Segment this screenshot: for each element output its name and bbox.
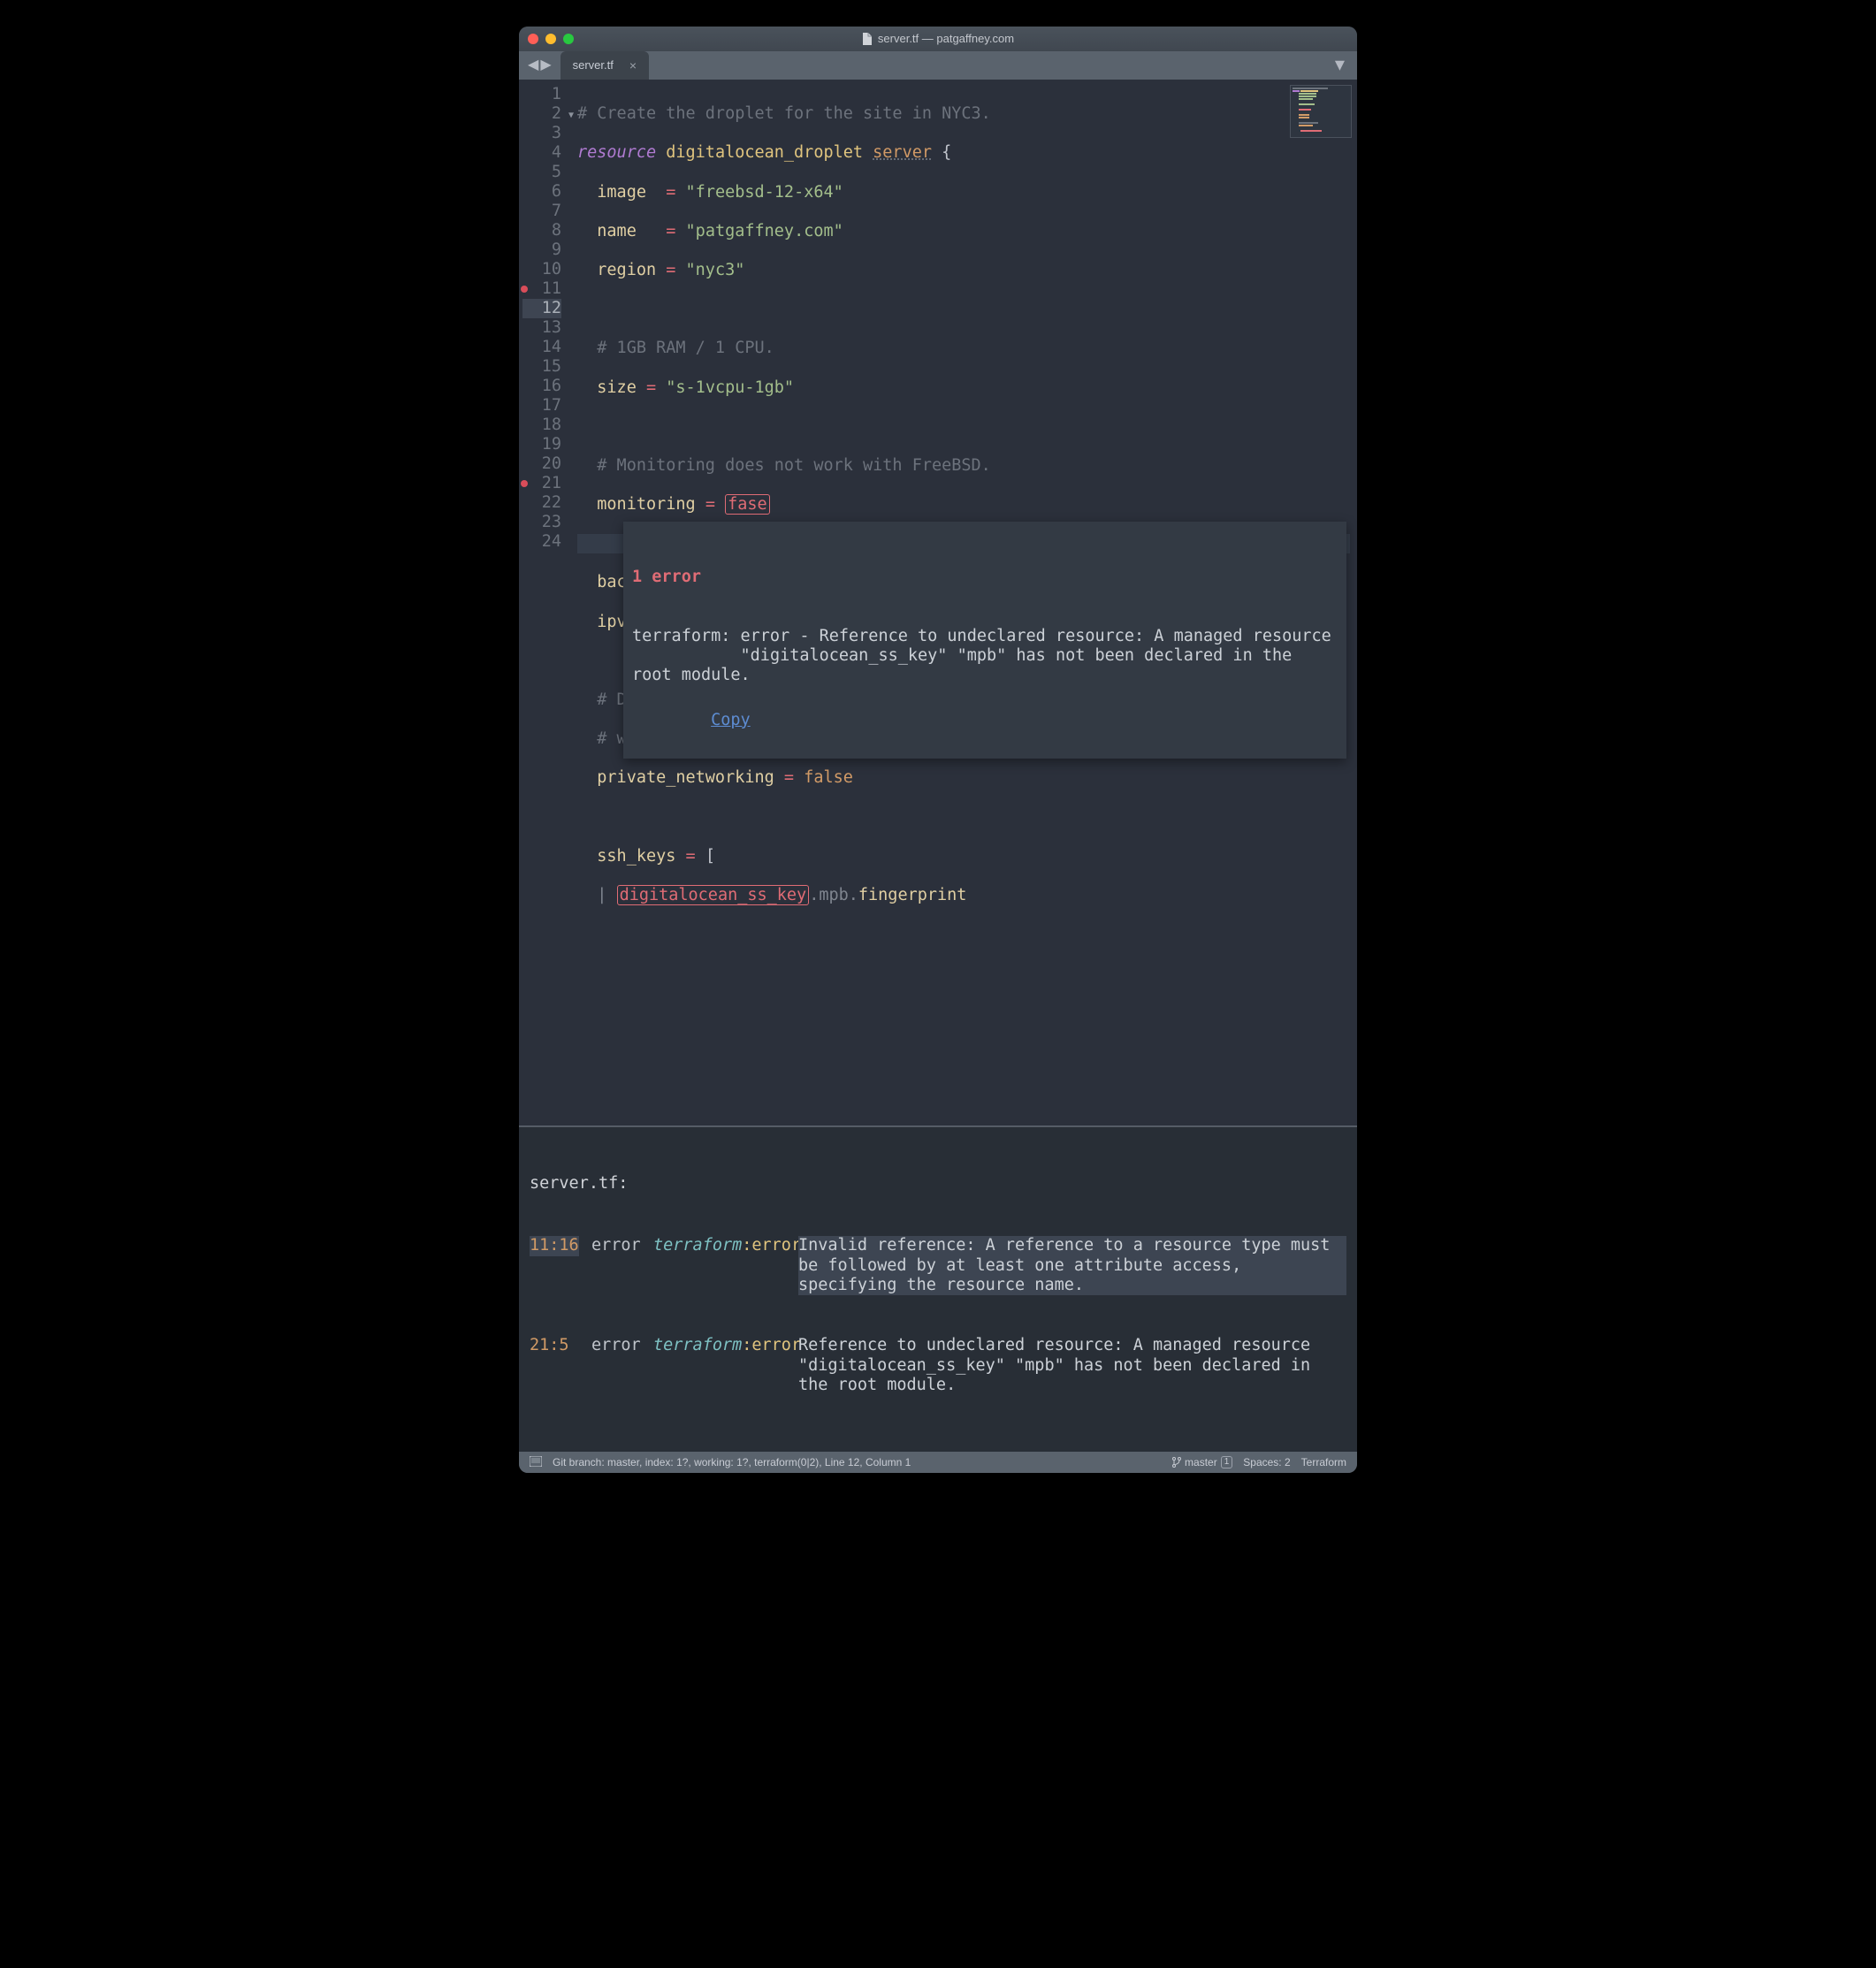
line-number: 20 <box>522 454 561 474</box>
diagnostic-message: terraform: error - Reference to undeclar… <box>632 627 1338 686</box>
code-token: = <box>646 378 656 397</box>
line-number: 13 <box>522 318 561 338</box>
editor-window: server.tf — patgaffney.com ◀ ▶ server.tf… <box>519 27 1357 1473</box>
tab-bar: ◀ ▶ server.tf × ▼ <box>519 51 1357 80</box>
syntax-chip[interactable]: Terraform <box>1301 1456 1346 1468</box>
code-token: resource <box>577 143 656 162</box>
code-token: private_networking <box>597 768 774 787</box>
line-number: 1 <box>522 85 561 104</box>
problem-source: terraform:error <box>653 1336 786 1355</box>
line-number: 9 <box>522 240 561 260</box>
problem-severity: error <box>591 1236 641 1255</box>
code-token: [ <box>705 847 715 866</box>
code-editor[interactable]: 1 2 3 4 5 6 7 8 9 10 11 12 13 14 15 16 1… <box>519 80 1357 1125</box>
diagnostic-popup: 1 error terraform: error - Reference to … <box>623 522 1346 759</box>
code-token: server <box>873 143 932 162</box>
line-number: 5 <box>522 163 561 182</box>
git-branch-icon <box>1172 1457 1181 1468</box>
tabs-overflow-menu[interactable]: ▼ <box>1323 51 1357 80</box>
problem-location: 11:16 <box>530 1236 579 1255</box>
line-number: 10 <box>522 260 561 279</box>
window-title: server.tf — patgaffney.com <box>519 32 1357 46</box>
code-token: name <box>597 222 637 240</box>
status-bar: Git branch: master, index: 1?, working: … <box>519 1452 1357 1473</box>
code-token: image <box>597 183 646 202</box>
problem-row[interactable]: 11:16 error terraform:error Invalid refe… <box>530 1236 1346 1295</box>
panel-file-label: server.tf: <box>530 1174 1346 1194</box>
code-token: "freebsd-12-x64" <box>686 183 843 202</box>
code-token: = <box>686 847 696 866</box>
line-number: 11 <box>522 279 561 299</box>
problems-panel[interactable]: server.tf: 11:16 error terraform:error I… <box>519 1125 1357 1452</box>
line-number: 3 <box>522 124 561 143</box>
code-token: # 1GB RAM / 1 CPU. <box>597 339 774 357</box>
line-number: 23 <box>522 513 561 532</box>
line-number: 4 <box>522 143 561 163</box>
code-token: = <box>666 222 675 240</box>
line-number: 15 <box>522 357 561 377</box>
line-number: 12 <box>522 299 561 318</box>
line-number: 2 <box>522 104 561 124</box>
line-number: 24 <box>522 532 561 552</box>
line-number: 19 <box>522 435 561 454</box>
code-token: = <box>666 183 675 202</box>
line-number: 21 <box>522 474 561 493</box>
code-token: false <box>804 768 853 787</box>
problem-message: Invalid reference: A reference to a reso… <box>798 1236 1346 1295</box>
line-number: 7 <box>522 202 561 221</box>
code-token: # Create the droplet for the site in NYC… <box>577 104 991 123</box>
problem-severity: error <box>591 1336 641 1355</box>
problem-location: 21:5 <box>530 1336 579 1355</box>
tab-label: server.tf <box>573 58 614 72</box>
problem-row[interactable]: 21:5 error terraform:error Reference to … <box>530 1336 1346 1395</box>
code-token: fingerprint <box>858 886 967 904</box>
code-token: ssh_keys <box>597 847 675 866</box>
line-number: 22 <box>522 493 561 513</box>
code-token: "nyc3" <box>686 261 745 279</box>
code-token: = <box>666 261 675 279</box>
nav-arrows[interactable]: ◀ ▶ <box>524 51 555 80</box>
line-number: 18 <box>522 416 561 435</box>
titlebar: server.tf — patgaffney.com <box>519 27 1357 51</box>
status-left: Git branch: master, index: 1?, working: … <box>553 1456 911 1468</box>
gutter: 1 2 3 4 5 6 7 8 9 10 11 12 13 14 15 16 1… <box>519 80 570 1125</box>
code-token: monitoring <box>597 495 695 514</box>
git-branch-chip[interactable]: master 1 <box>1172 1456 1232 1468</box>
line-number: 6 <box>522 182 561 202</box>
file-icon <box>862 33 873 45</box>
code-error-token: digitalocean_ss_key <box>617 885 810 905</box>
line-number: 14 <box>522 338 561 357</box>
indent-chip[interactable]: Spaces: 2 <box>1243 1456 1290 1468</box>
code-token: "patgaffney.com" <box>686 222 843 240</box>
tab-server-tf[interactable]: server.tf × <box>561 51 649 80</box>
code-token: digitalocean_droplet <box>666 143 863 162</box>
problem-message: Reference to undeclared resource: A mana… <box>798 1336 1346 1395</box>
nav-back-icon[interactable]: ◀ <box>528 57 538 73</box>
line-number: 17 <box>522 396 561 416</box>
code-token: "s-1vcpu-1gb" <box>666 378 794 397</box>
code-token: # Monitoring does not work with FreeBSD. <box>597 456 991 475</box>
branch-badge: 1 <box>1221 1456 1233 1468</box>
code-token: region <box>597 261 656 279</box>
minimap[interactable] <box>1290 85 1352 138</box>
console-icon[interactable] <box>530 1456 542 1469</box>
code-token: { <box>942 143 951 162</box>
close-tab-icon[interactable]: × <box>629 58 637 73</box>
code-token: = <box>784 768 794 787</box>
code-area[interactable]: # Create the droplet for the site in NYC… <box>570 80 1357 1125</box>
code-token: size <box>597 378 637 397</box>
problem-source: terraform:error <box>653 1236 786 1255</box>
diagnostic-header: 1 error <box>632 568 1338 587</box>
line-number: 16 <box>522 377 561 396</box>
copy-link[interactable]: Copy <box>711 711 751 730</box>
code-token: = <box>705 495 715 514</box>
nav-forward-icon[interactable]: ▶ <box>540 57 551 73</box>
window-title-text: server.tf — patgaffney.com <box>878 32 1014 46</box>
line-number: 8 <box>522 221 561 240</box>
branch-name: master <box>1185 1456 1217 1468</box>
code-token: .mpb. <box>809 886 858 904</box>
code-error-token: fase <box>725 494 770 515</box>
